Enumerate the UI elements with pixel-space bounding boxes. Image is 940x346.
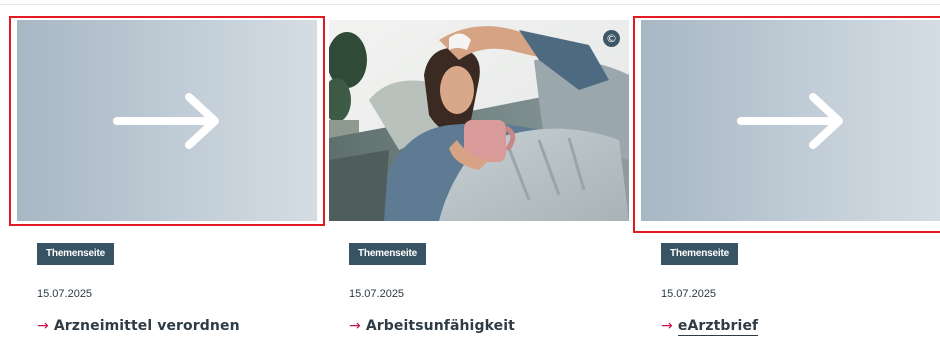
publish-date: 15.07.2025 <box>349 288 405 300</box>
teaser-card[interactable]: Themenseite 15.07.2025 → Arzneimittel ver… <box>17 20 317 346</box>
arrow-right-icon: → <box>661 318 673 334</box>
card-body: Themenseite 15.07.2025 → eArztbrief <box>661 243 931 336</box>
card-title-link[interactable]: → Arzneimittel verordnen <box>37 318 240 334</box>
publish-date: 15.07.2025 <box>37 288 93 300</box>
card-title-link[interactable]: → eArztbrief <box>661 318 759 336</box>
category-badge: Themenseite <box>349 243 426 265</box>
card-title-text: Arzneimittel verordnen <box>53 318 240 334</box>
category-badge: Themenseite <box>37 243 114 265</box>
arrow-right-icon <box>737 93 843 149</box>
category-badge: Themenseite <box>661 243 738 265</box>
card-title-text: eArztbrief <box>677 318 759 336</box>
woman-on-sofa-photo <box>329 20 629 221</box>
card-image-placeholder[interactable] <box>641 20 940 221</box>
teaser-card[interactable]: Themenseite 15.07.2025 → eArztbrief <box>641 20 940 346</box>
card-grid: Themenseite 15.07.2025 → Arzneimittel ver… <box>0 0 940 346</box>
teaser-card[interactable]: © Themenseite 15.07.2025 → Arbeitsunfähig… <box>329 20 629 346</box>
publish-date: 15.07.2025 <box>661 288 717 300</box>
card-photo[interactable]: © <box>329 20 629 221</box>
arrow-right-icon: → <box>349 318 361 334</box>
arrow-right-icon <box>113 93 219 149</box>
card-title-link[interactable]: → Arbeitsunfähigkeit <box>349 318 515 334</box>
card-image-placeholder[interactable] <box>17 20 317 221</box>
arrow-right-icon: → <box>37 318 49 334</box>
card-body: Themenseite 15.07.2025 → Arzneimittel ver… <box>37 243 307 334</box>
card-body: Themenseite 15.07.2025 → Arbeitsunfähigke… <box>349 243 619 334</box>
card-title-text: Arbeitsunfähigkeit <box>365 318 515 334</box>
copyright-icon[interactable]: © <box>603 30 620 47</box>
